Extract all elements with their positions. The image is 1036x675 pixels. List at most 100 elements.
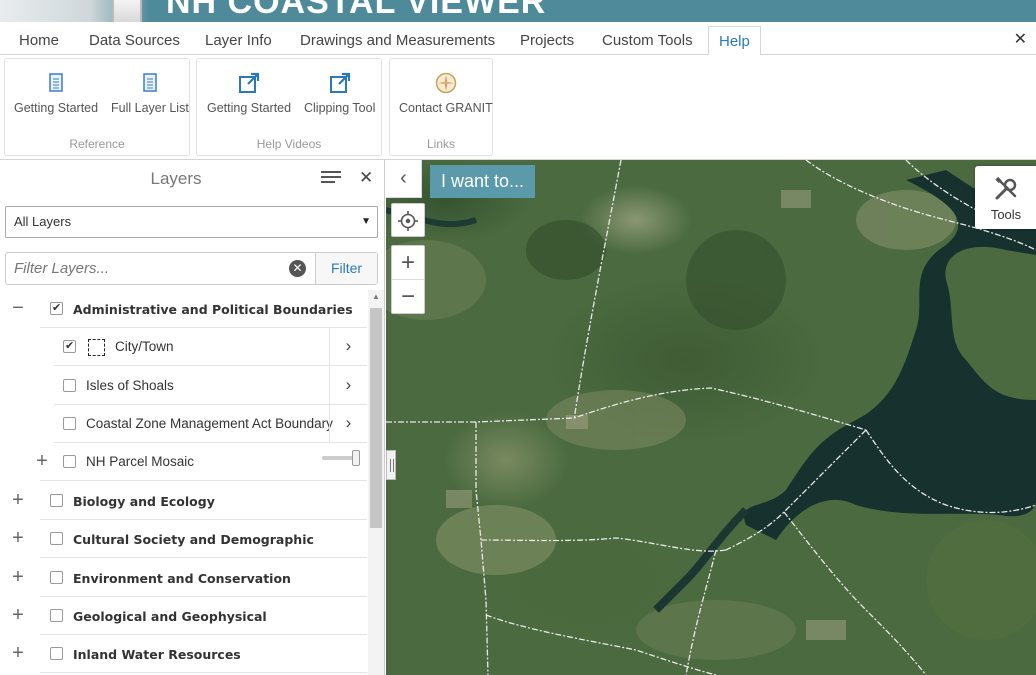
layer-row: Coastal Zone Management Act Boundary ›	[0, 405, 367, 443]
getting-started-video-label: Getting Started	[207, 101, 292, 115]
close-icon[interactable]: ✕	[1014, 29, 1027, 49]
tools-label: Tools	[990, 207, 1022, 222]
crosshair-icon	[398, 211, 418, 231]
layer-checkbox[interactable]	[63, 379, 76, 392]
external-link-icon	[329, 72, 350, 93]
layer-checkbox[interactable]	[50, 647, 63, 660]
layer-group-label: Geological and Geophysical	[73, 609, 267, 624]
layer-group-row: + Inland Water Resources	[0, 635, 367, 673]
layer-group-label: Environment and Conservation	[73, 571, 291, 586]
expand-icon[interactable]: +	[9, 643, 27, 663]
locate-button[interactable]	[391, 203, 425, 237]
layer-group-row: + Geological and Geophysical	[0, 597, 367, 635]
close-icon[interactable]: ✕	[359, 168, 373, 188]
group-label-help-videos: Help Videos	[256, 137, 322, 151]
scroll-up-icon[interactable]: ▲	[372, 292, 380, 301]
layer-group-row: − Administrative and Political Boundarie…	[0, 290, 367, 328]
getting-started-doc-label: Getting Started	[14, 101, 99, 115]
expand-icon[interactable]: +	[9, 490, 27, 510]
dropdown-caret-icon: ▼	[361, 216, 371, 227]
layer-checkbox[interactable]	[50, 609, 63, 622]
zoom-in-icon[interactable]: +	[392, 246, 424, 280]
external-link-icon	[239, 72, 260, 93]
ribbon-group-links: Contact GRANIT Links	[389, 58, 493, 156]
lighthouse-graphic	[112, 0, 142, 22]
layer-group-label: Cultural Society and Demographic	[73, 532, 314, 547]
layer-group-row: + Environment and Conservation	[0, 559, 367, 597]
clipping-tool-video-button[interactable]: Clipping Tool	[304, 71, 375, 115]
clipping-tool-video-label: Clipping Tool	[304, 101, 376, 115]
layers-panel-title: Layers	[150, 169, 202, 188]
filter-button[interactable]: Filter	[315, 253, 377, 284]
wrench-screwdriver-icon	[995, 176, 1017, 200]
layers-panel-header: Layers ✕	[0, 160, 385, 198]
collapse-icon[interactable]: −	[9, 298, 27, 318]
filter-layers-input[interactable]	[6, 253, 314, 284]
layer-checkbox[interactable]	[50, 301, 63, 315]
layers-panel: Layers ✕ All Layers ▼ ✕ Filter − Adminis…	[0, 160, 385, 675]
chevron-right-icon[interactable]: ›	[329, 328, 367, 365]
getting-started-doc-button[interactable]: Getting Started	[14, 71, 98, 115]
layer-checkbox[interactable]	[50, 532, 63, 545]
opacity-slider[interactable]	[322, 450, 360, 466]
legend-swatch-icon	[88, 339, 105, 356]
ribbon-group-reference: Getting Started Full Layer List Referenc…	[4, 58, 190, 156]
document-icon	[49, 73, 63, 92]
layer-group-row: + Biology and Ecology	[0, 482, 367, 520]
ribbon-tab-bar: Home Data Sources Layer Info Drawings an…	[0, 22, 1036, 56]
collapse-panel-button[interactable]: ‹	[386, 160, 422, 198]
layer-checkbox[interactable]	[50, 571, 63, 584]
tab-projects[interactable]: Projects	[510, 26, 584, 55]
layer-theme-select[interactable]: All Layers ▼	[5, 206, 378, 238]
filter-layers-group: ✕ Filter	[5, 252, 378, 285]
clear-icon[interactable]: ✕	[289, 260, 306, 277]
layer-label: City/Town	[115, 339, 174, 354]
contact-granit-button[interactable]: Contact GRANIT	[399, 71, 493, 115]
i-want-to-menu[interactable]: I want to...	[430, 165, 536, 198]
getting-started-video-button[interactable]: Getting Started	[207, 71, 291, 115]
opacity-slider-handle[interactable]	[352, 450, 360, 466]
layer-group-label: Administrative and Political Boundaries	[73, 302, 353, 317]
layer-tree-scrollbar[interactable]: ▲	[368, 290, 384, 675]
ribbon-group-help-videos: Getting Started Clipping Tool Help Video…	[196, 58, 382, 156]
scrollbar-thumb[interactable]	[370, 308, 382, 528]
panel-resize-handle[interactable]	[386, 450, 396, 480]
tab-drawings-and-measurements[interactable]: Drawings and Measurements	[290, 26, 505, 55]
layer-label: NH Parcel Mosaic	[86, 454, 195, 469]
full-layer-list-label: Full Layer List	[111, 101, 189, 115]
satellite-imagery	[386, 160, 1036, 675]
layer-checkbox[interactable]	[63, 455, 76, 468]
contact-granit-label: Contact GRANIT	[399, 101, 493, 115]
tab-home[interactable]: Home	[9, 26, 69, 55]
expand-icon[interactable]: +	[9, 567, 27, 587]
ribbon: Getting Started Full Layer List Referenc…	[0, 55, 1036, 160]
layer-row: Isles of Shoals ›	[0, 367, 367, 405]
chevron-right-icon[interactable]: ›	[329, 405, 367, 442]
tools-button[interactable]: Tools	[975, 166, 1036, 229]
layer-group-label: Biology and Ecology	[73, 494, 215, 509]
app-title: NH COASTAL VIEWER	[166, 0, 547, 21]
map-view[interactable]: ‹ I want to... + − Tools	[386, 160, 1036, 675]
expand-icon[interactable]: +	[33, 451, 51, 471]
expand-icon[interactable]: +	[9, 605, 27, 625]
full-layer-list-button[interactable]: Full Layer List	[111, 71, 189, 115]
layer-checkbox[interactable]	[63, 339, 76, 353]
document-icon	[143, 73, 157, 92]
layer-checkbox[interactable]	[50, 494, 63, 507]
chevron-right-icon[interactable]: ›	[329, 367, 367, 404]
menu-icon[interactable]	[321, 171, 341, 187]
tab-custom-tools[interactable]: Custom Tools	[592, 26, 703, 55]
zoom-control: + −	[391, 245, 425, 314]
tab-layer-info[interactable]: Layer Info	[195, 26, 282, 55]
layer-row: City/Town ›	[0, 328, 367, 366]
expand-icon[interactable]: +	[9, 528, 27, 548]
group-label-links: Links	[426, 137, 455, 151]
zoom-out-icon[interactable]: −	[392, 280, 424, 314]
layer-checkbox[interactable]	[63, 417, 76, 430]
group-label-reference: Reference	[69, 137, 125, 151]
tab-data-sources[interactable]: Data Sources	[79, 26, 190, 55]
layer-label: Coastal Zone Management Act Boundary	[86, 416, 333, 431]
layer-tree: − Administrative and Political Boundarie…	[0, 290, 367, 675]
app-banner: NH COASTAL VIEWER	[0, 0, 1036, 22]
tab-help[interactable]: Help	[708, 26, 761, 56]
